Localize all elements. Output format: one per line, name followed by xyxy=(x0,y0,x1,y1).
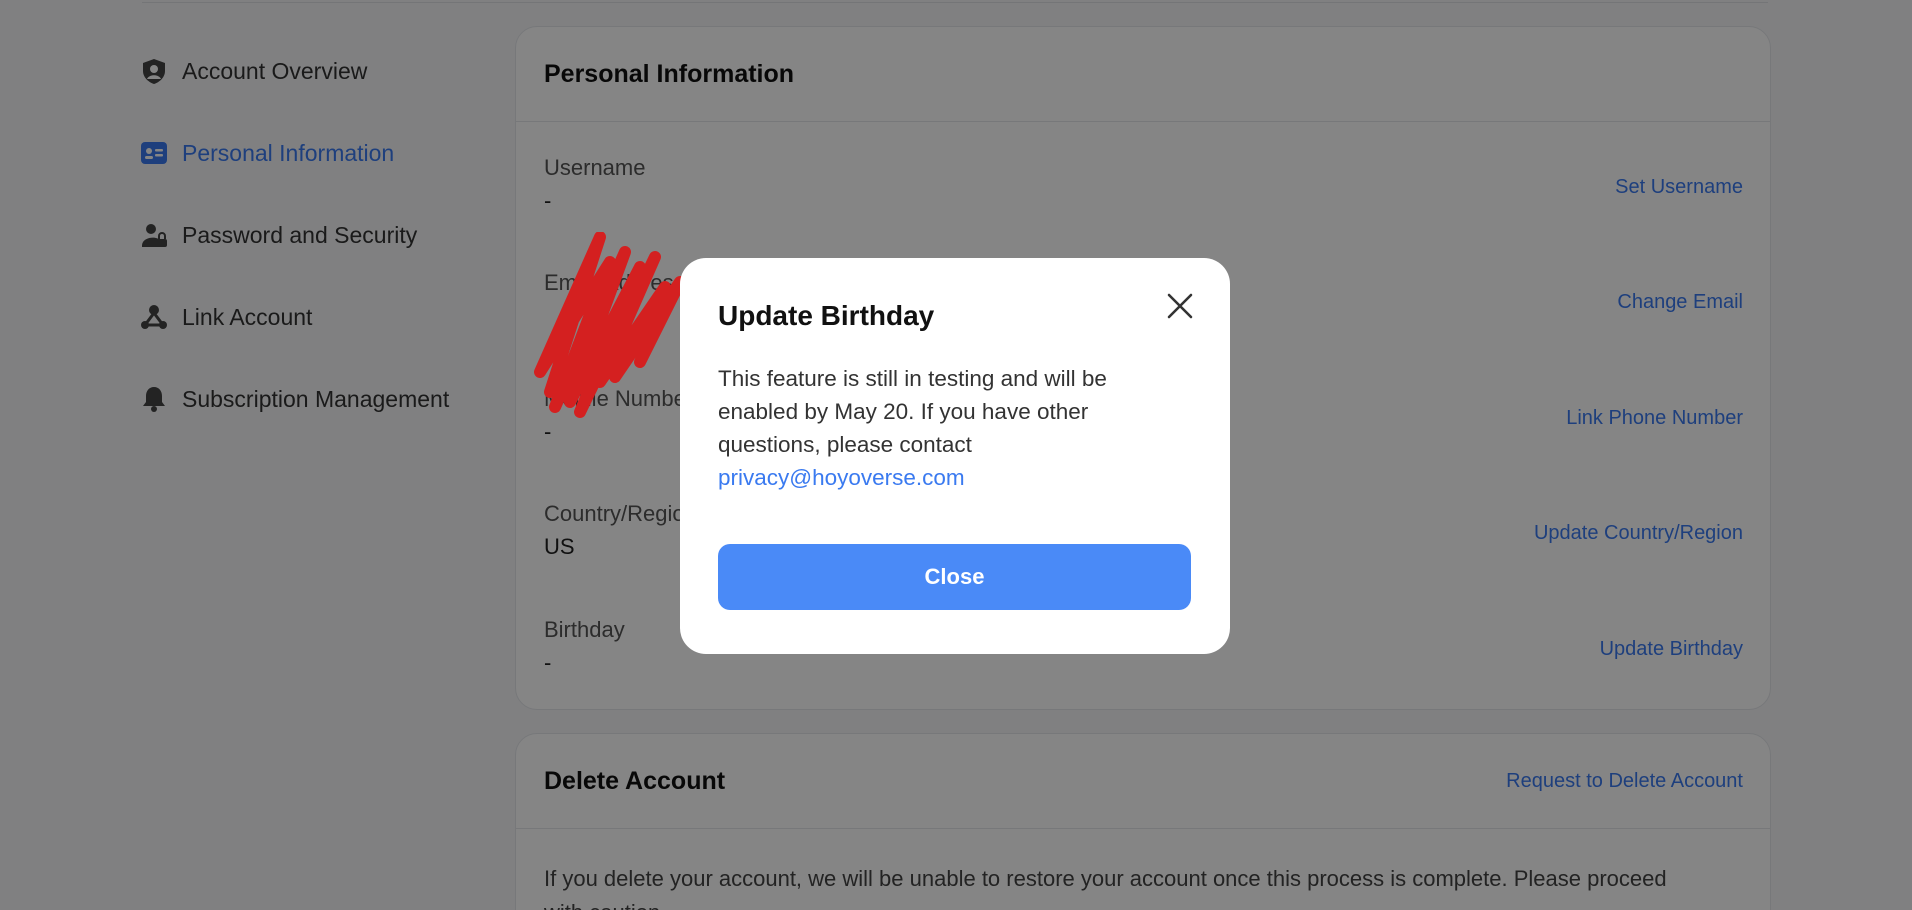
privacy-email-link[interactable]: privacy@hoyoverse.com xyxy=(718,461,1148,494)
dialog-title: Update Birthday xyxy=(718,300,935,331)
close-button[interactable]: Close xyxy=(718,544,1191,610)
redaction-scribble xyxy=(534,232,686,418)
update-birthday-dialog: Update Birthday This feature is still in… xyxy=(680,258,1230,654)
page: Account Overview Personal Information Pa… xyxy=(0,0,1912,910)
dialog-message: This feature is still in testing and wil… xyxy=(718,366,1107,457)
close-icon[interactable] xyxy=(1160,286,1200,326)
dialog-body: This feature is still in testing and wil… xyxy=(718,362,1148,494)
